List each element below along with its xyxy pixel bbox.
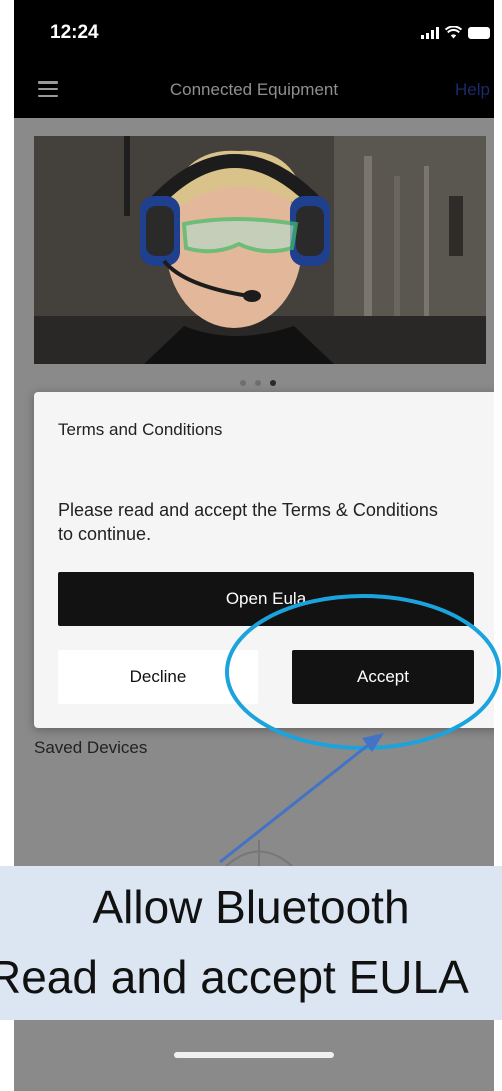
accept-button[interactable]: Accept	[292, 650, 474, 704]
carousel-dot[interactable]	[255, 380, 261, 386]
hero-image	[34, 136, 486, 364]
nav-bar: Connected Equipment Help	[14, 62, 494, 118]
open-eula-button[interactable]: Open Eula	[58, 572, 474, 626]
battery-icon	[468, 26, 490, 39]
terms-dialog: Terms and Conditions Please read and acc…	[34, 392, 494, 728]
wifi-icon	[445, 26, 462, 39]
page-title: Connected Equipment	[169, 80, 339, 99]
cellular-signal-icon	[421, 26, 439, 39]
help-link[interactable]: Help	[455, 80, 490, 100]
dialog-title: Terms and Conditions	[58, 420, 223, 439]
carousel-dot-active[interactable]	[270, 380, 276, 386]
status-icons	[421, 26, 490, 39]
caption-line-1: Allow Bluetooth	[92, 881, 410, 933]
annotation-caption: Allow Bluetooth Read and accept EULA	[0, 866, 502, 1020]
status-time: 12:24	[50, 22, 99, 43]
carousel-dot[interactable]	[240, 380, 246, 386]
saved-devices-heading: Saved Devices	[34, 738, 148, 757]
caption-line-2: Read and accept EULA	[0, 951, 469, 1003]
dialog-message: Please read and accept the Terms & Condi…	[58, 500, 438, 544]
home-indicator[interactable]	[174, 1052, 334, 1058]
status-bar: 12:24	[14, 0, 494, 62]
decline-button[interactable]: Decline	[58, 650, 258, 704]
carousel-dots[interactable]	[240, 380, 276, 386]
